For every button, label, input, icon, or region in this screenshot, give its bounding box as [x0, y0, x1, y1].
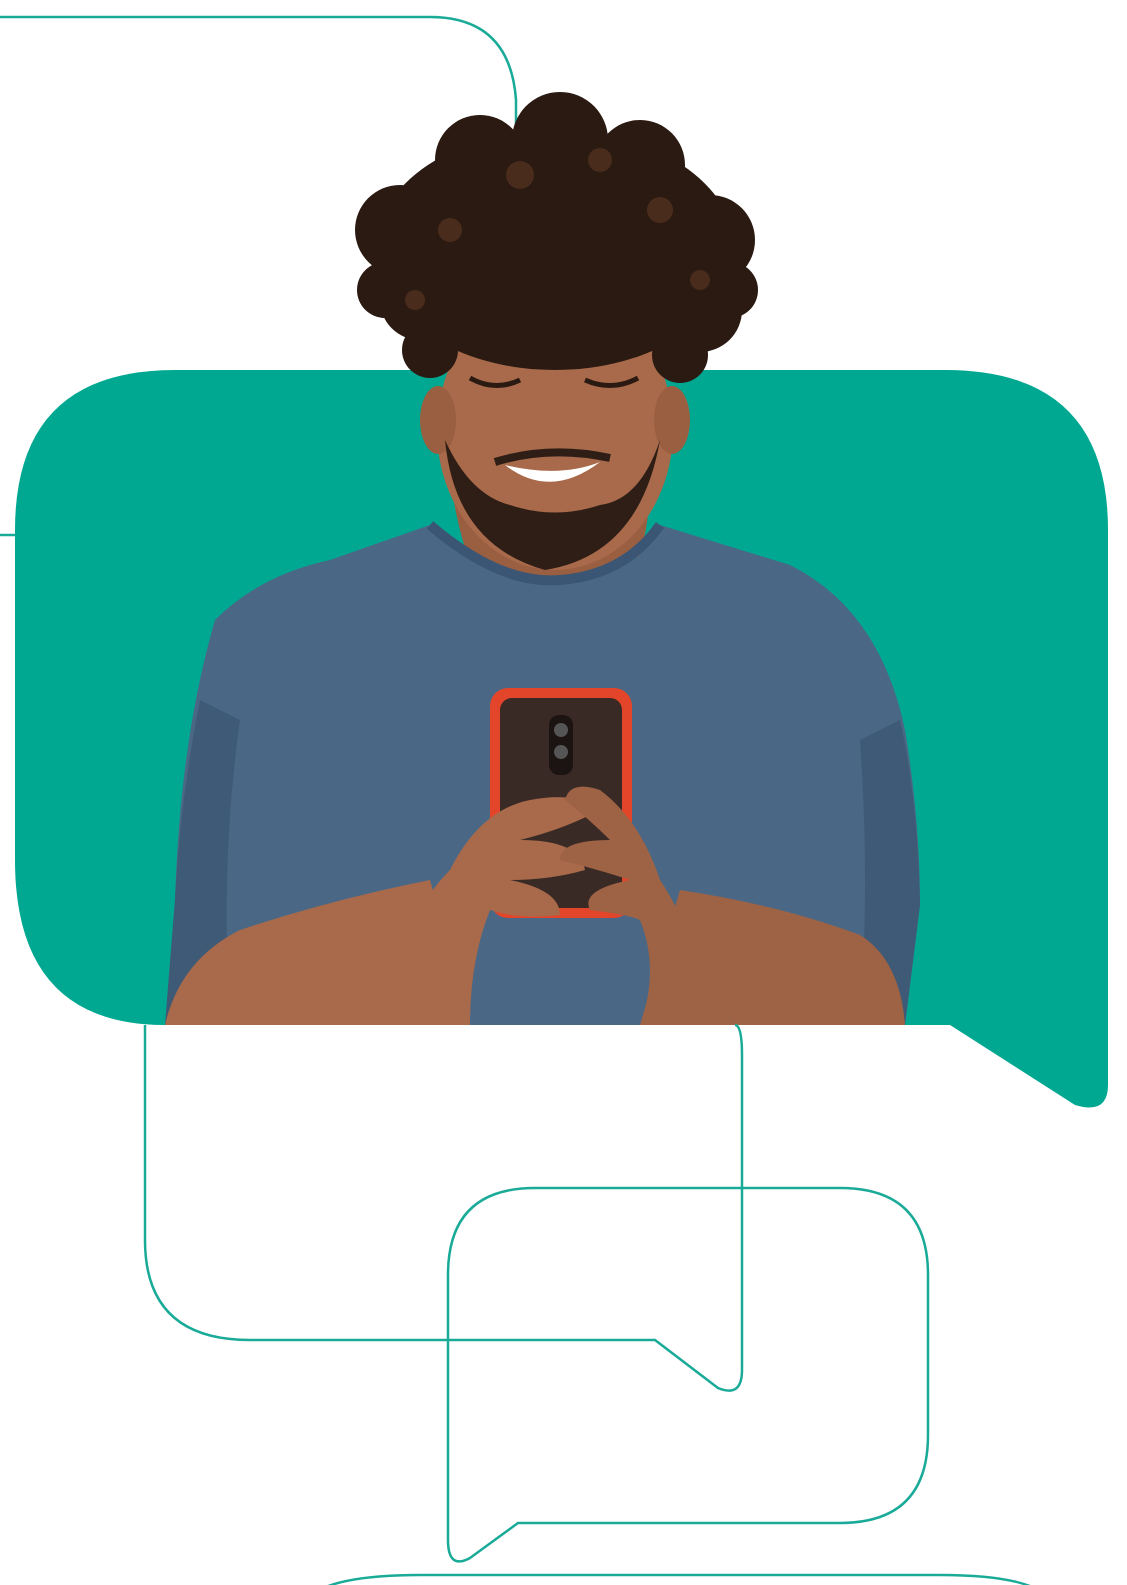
camera-lens-2: [554, 745, 568, 759]
hero-artwork: [0, 15, 1108, 1585]
hero-illustration: [0, 0, 1127, 1585]
outline-speech-bubble-top: [0, 15, 518, 130]
ear-right: [654, 386, 690, 454]
hair: [355, 92, 758, 383]
camera-lens-1: [554, 723, 568, 737]
outline-speech-bubble-middle: [143, 1023, 744, 1392]
outline-speech-bubble-lower: [446, 1186, 930, 1563]
outline-speech-bubble-bottom: [327, 1573, 1031, 1585]
ear-left: [420, 386, 456, 454]
